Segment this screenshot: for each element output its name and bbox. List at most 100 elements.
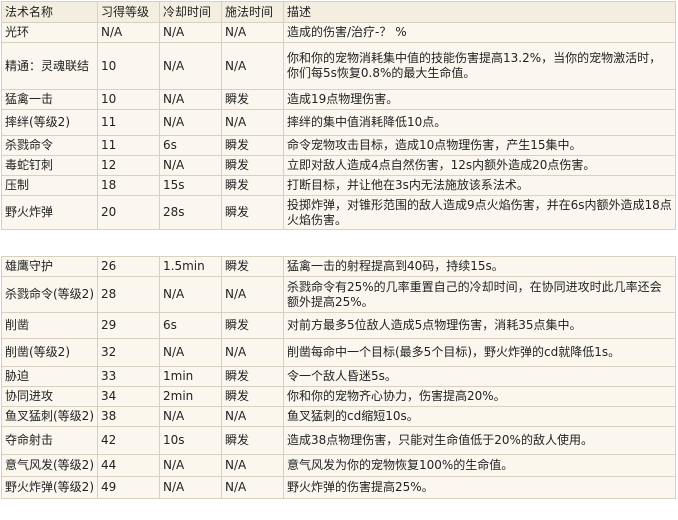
level-cell: 26 xyxy=(97,256,160,277)
spell-name-cell: 削凿 xyxy=(1,312,98,339)
table-row: 雄鹰守护 26 1.5min 瞬发 猛禽一击的射程提高到40码，持续15s。 xyxy=(1,256,676,277)
cooldown-cell: 6s xyxy=(159,312,222,339)
cast-time-cell: 瞬发 xyxy=(221,366,284,387)
cooldown-cell: N/A xyxy=(159,338,222,367)
cooldown-cell: 28s xyxy=(159,195,222,230)
level-cell: 11 xyxy=(97,109,160,136)
cooldown-cell: N/A xyxy=(159,476,222,499)
table-row: 猛禽一击 10 N/A 瞬发 造成19点物理伤害。 xyxy=(1,89,676,110)
spell-name-cell: 意气风发(等级2) xyxy=(1,454,98,477)
level-cell: 42 xyxy=(97,426,160,455)
description-cell: 意气风发为你的宠物恢复100%的生命值。 xyxy=(283,454,676,477)
cooldown-cell: 10s xyxy=(159,426,222,455)
spell-name-cell: 精通：灵魂联结 xyxy=(1,42,98,90)
cast-time-cell: 瞬发 xyxy=(221,195,284,230)
cast-time-cell: N/A xyxy=(221,338,284,367)
spell-name-cell: 野火炸弹(等级2) xyxy=(1,476,98,499)
cooldown-cell: 1.5min xyxy=(159,256,222,277)
cast-time-cell: 瞬发 xyxy=(221,155,284,176)
description-cell: 立即对敌人造成4点自然伤害，12s内额外造成20点伤害。 xyxy=(283,155,676,176)
description-cell: 造成19点物理伤害。 xyxy=(283,89,676,110)
cast-time-cell: N/A xyxy=(221,42,284,90)
table-row: 意气风发(等级2) 44 N/A N/A 意气风发为你的宠物恢复100%的生命值。 xyxy=(1,454,676,477)
description-cell: 造成38点物理伤害，只能对生命值低于20%的敌人使用。 xyxy=(283,426,676,455)
table-row: 野火炸弹(等级2) 49 N/A N/A 野火炸弹的伤害提高25%。 xyxy=(1,476,676,499)
table-row: 压制 18 15s 瞬发 打断目标，并让他在3s内无法施放该系法术。 xyxy=(1,175,676,196)
level-cell: 12 xyxy=(97,155,160,176)
cooldown-cell: N/A xyxy=(159,454,222,477)
level-cell: 49 xyxy=(97,476,160,499)
cooldown-cell: 2min xyxy=(159,386,222,407)
cast-time-cell: 瞬发 xyxy=(221,175,284,196)
table-row: 野火炸弹 20 28s 瞬发 投掷炸弹，对锥形范围的敌人造成9点火焰伤害，并在6s内额外… xyxy=(1,195,676,230)
cast-time-cell: N/A xyxy=(221,22,284,43)
cast-time-cell: N/A xyxy=(221,109,284,136)
level-cell: 28 xyxy=(97,276,160,313)
description-cell: 令一个敌人昏迷5s。 xyxy=(283,366,676,387)
spell-table-1: 法术名称 习得等级 冷却时间 施法时间 描述 光环 N/A N/A N/A 造成的伤害/… xyxy=(1,1,676,230)
level-cell: 34 xyxy=(97,386,160,407)
description-cell: 对前方最多5位敌人造成5点物理伤害，消耗35点集中。 xyxy=(283,312,676,339)
cooldown-cell: N/A xyxy=(159,155,222,176)
table-row: 胁迫 33 1min 瞬发 令一个敌人昏迷5s。 xyxy=(1,366,676,387)
level-cell: 32 xyxy=(97,338,160,367)
description-cell: 打断目标，并让他在3s内无法施放该系法术。 xyxy=(283,175,676,196)
description-cell: 命令宠物攻击目标，造成10点物理伤害，产生15集中。 xyxy=(283,135,676,156)
header-level: 习得等级 xyxy=(97,1,160,23)
description-cell: 你和你的宠物消耗集中值的技能伤害提高13.2%，当你的宠物激活时，你们每5s恢复… xyxy=(283,42,676,90)
cooldown-cell: N/A xyxy=(159,406,222,427)
cooldown-cell: N/A xyxy=(159,22,222,43)
page: 法术名称 习得等级 冷却时间 施法时间 描述 光环 N/A N/A N/A 造成的伤害/… xyxy=(0,0,678,520)
spell-name-cell: 削凿(等级2) xyxy=(1,338,98,367)
cast-time-cell: N/A xyxy=(221,276,284,313)
description-cell: 鱼叉猛刺的cd缩短10s。 xyxy=(283,406,676,427)
spell-name-cell: 夺命射击 xyxy=(1,426,98,455)
description-cell: 猛禽一击的射程提高到40码，持续15s。 xyxy=(283,256,676,277)
cooldown-cell: 6s xyxy=(159,135,222,156)
spell-name-cell: 胁迫 xyxy=(1,366,98,387)
table-row: 协同进攻 34 2min 瞬发 你和你的宠物齐心协力，伤害提高20%。 xyxy=(1,386,676,407)
spell-name-cell: 压制 xyxy=(1,175,98,196)
spell-name-cell: 雄鹰守护 xyxy=(1,256,98,277)
header-spell-name: 法术名称 xyxy=(1,1,98,23)
cooldown-cell: N/A xyxy=(159,89,222,110)
level-cell: 44 xyxy=(97,454,160,477)
level-cell: 33 xyxy=(97,366,160,387)
cast-time-cell: N/A xyxy=(221,454,284,477)
cooldown-cell: 1min xyxy=(159,366,222,387)
table-row: 摔绊(等级2) 11 N/A N/A 摔绊的集中值消耗降低10点。 xyxy=(1,109,676,136)
description-cell: 杀戮命令有25%的几率重置自己的冷却时间，在协同进攻时此几率还会额外提高25%。 xyxy=(283,276,676,313)
cooldown-cell: N/A xyxy=(159,42,222,90)
spell-name-cell: 猛禽一击 xyxy=(1,89,98,110)
level-cell: 10 xyxy=(97,89,160,110)
header-cast-time: 施法时间 xyxy=(221,1,284,23)
description-cell: 野火炸弹的伤害提高25%。 xyxy=(283,476,676,499)
level-cell: 18 xyxy=(97,175,160,196)
cooldown-cell: N/A xyxy=(159,276,222,313)
cooldown-cell: 15s xyxy=(159,175,222,196)
description-cell: 你和你的宠物齐心协力，伤害提高20%。 xyxy=(283,386,676,407)
cast-time-cell: 瞬发 xyxy=(221,89,284,110)
description-cell: 摔绊的集中值消耗降低10点。 xyxy=(283,109,676,136)
spell-name-cell: 杀戮命令 xyxy=(1,135,98,156)
header-description: 描述 xyxy=(283,1,676,23)
cast-time-cell: 瞬发 xyxy=(221,256,284,277)
cast-time-cell: 瞬发 xyxy=(221,386,284,407)
description-cell: 投掷炸弹，对锥形范围的敌人造成9点火焰伤害，并在6s内额外造成18点火焰伤害。 xyxy=(283,195,676,230)
level-cell: 10 xyxy=(97,42,160,90)
table-row: 削凿 29 6s 瞬发 对前方最多5位敌人造成5点物理伤害，消耗35点集中。 xyxy=(1,312,676,339)
cast-time-cell: N/A xyxy=(221,406,284,427)
spell-name-cell: 摔绊(等级2) xyxy=(1,109,98,136)
spell-table-2: 雄鹰守护 26 1.5min 瞬发 猛禽一击的射程提高到40码，持续15s。 杀戮命令(等… xyxy=(1,256,676,499)
table-row: 毒蛇钉刺 12 N/A 瞬发 立即对敌人造成4点自然伤害，12s内额外造成20点伤害。 xyxy=(1,155,676,176)
table-row: 夺命射击 42 10s 瞬发 造成38点物理伤害，只能对生命值低于20%的敌人使用。 xyxy=(1,426,676,455)
cooldown-cell: N/A xyxy=(159,109,222,136)
spell-name-cell: 杀戮命令(等级2) xyxy=(1,276,98,313)
level-cell: 29 xyxy=(97,312,160,339)
header-row: 法术名称 习得等级 冷却时间 施法时间 描述 xyxy=(1,1,676,23)
description-cell: 削凿每命中一个目标(最多5个目标)，野火炸弹的cd就降低1s。 xyxy=(283,338,676,367)
cast-time-cell: 瞬发 xyxy=(221,135,284,156)
spell-name-cell: 光环 xyxy=(1,22,98,43)
level-cell: N/A xyxy=(97,22,160,43)
table-row: 杀戮命令(等级2) 28 N/A N/A 杀戮命令有25%的几率重置自己的冷却时间，在协… xyxy=(1,276,676,313)
